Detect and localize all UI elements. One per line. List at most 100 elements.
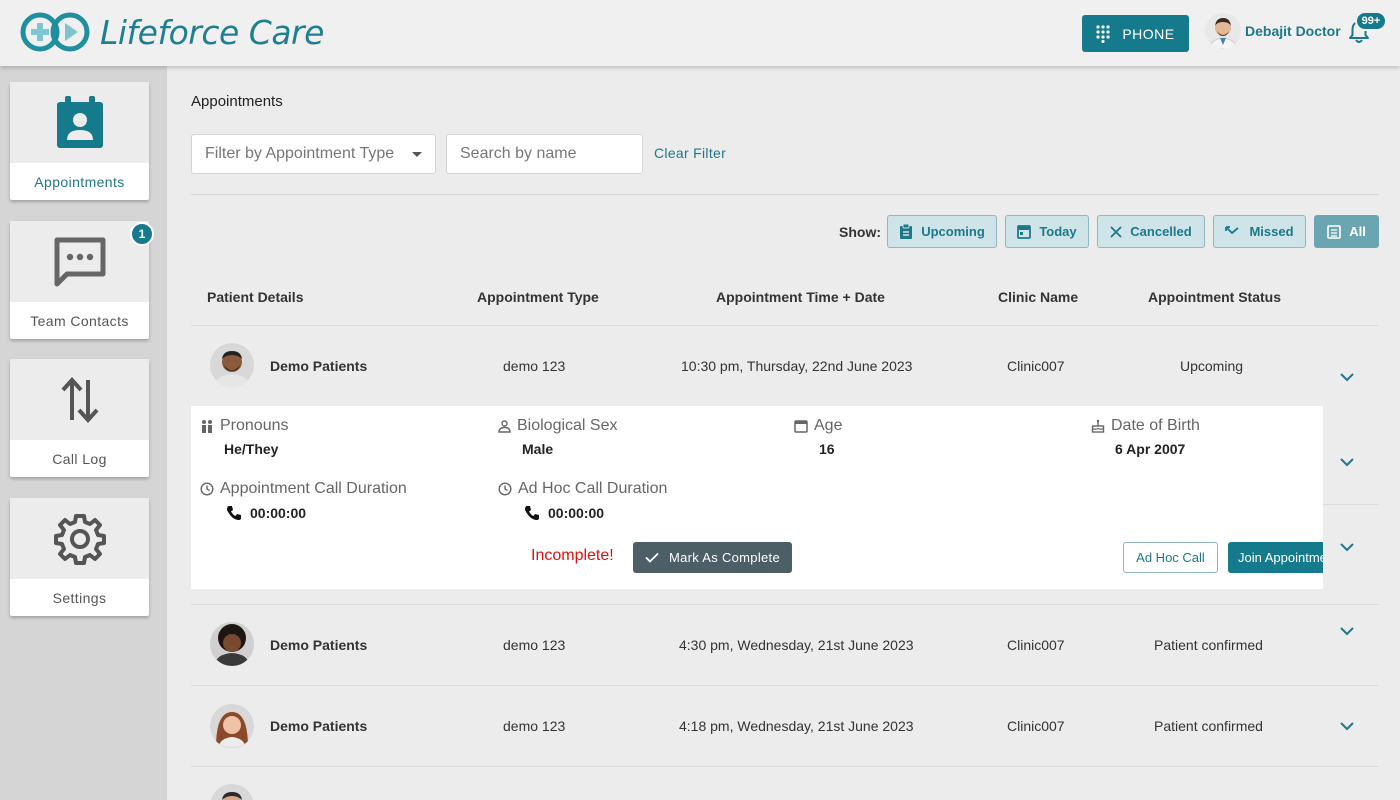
sidebar-item-appointments[interactable]: Appointments	[10, 82, 149, 200]
logo[interactable]: Lifeforce Care	[18, 10, 324, 54]
appointment-detail-panel: Pronouns He/They Biological Sex Male Age…	[191, 406, 1323, 589]
top-bar: Lifeforce Care PHONE Debajit Doctor 99+	[0, 0, 1400, 66]
appointment-call-duration-label: Appointment Call Duration	[200, 480, 407, 498]
show-label: Show:	[839, 224, 881, 240]
patient-avatar	[210, 343, 254, 387]
column-header-status: Appointment Status	[1148, 289, 1281, 305]
show-upcoming-button[interactable]: Upcoming	[887, 215, 997, 248]
show-all-button[interactable]: All	[1314, 215, 1379, 248]
age-value: 16	[819, 441, 835, 457]
appointment-time: 4:30 pm, Wednesday, 21st June 2023	[679, 637, 914, 653]
appointment-status: Patient confirmed	[1154, 718, 1263, 734]
cake-icon	[1091, 419, 1105, 433]
clock-icon	[498, 482, 512, 496]
clinic-name: Clinic007	[1007, 637, 1065, 653]
filter-placeholder: Filter by Appointment Type	[205, 145, 395, 162]
appointment-status: Patient confirmed	[1154, 637, 1263, 653]
phone-icon	[525, 506, 539, 520]
date-of-birth-value: 6 Apr 2007	[1115, 441, 1186, 457]
arrows-up-down-icon	[61, 376, 98, 423]
show-missed-label: Missed	[1249, 224, 1294, 239]
column-header-clinic: Clinic Name	[998, 289, 1079, 305]
team-contacts-badge: 1	[130, 222, 154, 246]
calendar-icon	[1017, 225, 1032, 239]
row-divider	[191, 766, 1379, 767]
show-cancelled-label: Cancelled	[1130, 224, 1192, 239]
age-label: Age	[794, 417, 842, 435]
appointment-time: 4:18 pm, Wednesday, 21st June 2023	[679, 718, 914, 734]
search-input[interactable]	[446, 134, 643, 174]
notification-badge: 99+	[1355, 11, 1387, 31]
sidebar-item-team-contacts[interactable]: Team Contacts 1	[10, 221, 154, 339]
user-name: Debajit Doctor	[1245, 23, 1341, 39]
list-icon	[1327, 224, 1341, 239]
missed-arrow-icon	[1225, 225, 1240, 234]
pronouns-value: He/They	[224, 441, 279, 457]
appointment-type-filter[interactable]: Filter by Appointment Type	[191, 134, 436, 174]
chevron-down-icon[interactable]	[1339, 721, 1355, 731]
clinic-name: Clinic007	[1007, 718, 1065, 734]
x-icon	[1110, 225, 1122, 238]
sidebar: Appointments Team Contacts 1 Call Log Se…	[0, 66, 167, 800]
patient-name: Demo Patients	[270, 358, 368, 374]
appointment-type: demo 123	[503, 718, 566, 734]
incomplete-status: Incomplete!	[531, 547, 614, 564]
sidebar-item-label: Settings	[52, 589, 107, 606]
check-icon	[645, 552, 659, 563]
row-divider	[191, 325, 1379, 326]
phone-button[interactable]: PHONE	[1082, 15, 1189, 52]
user-avatar	[1205, 13, 1241, 49]
appointment-type: demo 123	[503, 358, 566, 374]
sidebar-item-label: Call Log	[52, 450, 107, 467]
show-cancelled-button[interactable]: Cancelled	[1097, 215, 1205, 248]
patient-name: Demo Patients	[270, 637, 368, 653]
biological-sex-value: Male	[522, 441, 554, 457]
row-divider	[191, 685, 1379, 686]
show-missed-button[interactable]: Missed	[1213, 215, 1306, 248]
chevron-down-icon[interactable]	[1339, 626, 1355, 636]
show-today-label: Today	[1039, 224, 1077, 239]
pronouns-label: Pronouns	[200, 417, 289, 435]
clipboard-icon	[900, 223, 913, 239]
clear-filter-link[interactable]: Clear Filter	[654, 145, 726, 161]
chat-bubble-icon	[54, 237, 105, 286]
join-appointment-button[interactable]: Join Appointment	[1228, 542, 1323, 573]
clock-icon	[200, 482, 214, 496]
ad-hoc-call-duration-label: Ad Hoc Call Duration	[498, 480, 667, 498]
patient-avatar	[210, 704, 254, 748]
caret-down-icon	[412, 152, 422, 157]
dialpad-icon	[1096, 24, 1110, 43]
sidebar-item-settings[interactable]: Settings	[10, 498, 149, 616]
mark-as-complete-button[interactable]: Mark As Complete	[633, 542, 792, 573]
patient-name: Demo Patients	[270, 718, 368, 734]
patient-avatar	[210, 784, 254, 800]
appointment-time: 10:30 pm, Thursday, 22nd June 2023	[681, 358, 913, 374]
user-menu[interactable]: Debajit Doctor	[1205, 13, 1341, 49]
chevron-down-icon[interactable]	[1339, 542, 1355, 552]
logo-icon	[20, 12, 90, 52]
appointment-status: Upcoming	[1180, 358, 1244, 374]
show-today-button[interactable]: Today	[1005, 215, 1089, 248]
page-title: Appointments	[191, 93, 283, 110]
chevron-down-icon[interactable]	[1339, 457, 1355, 467]
phone-icon	[227, 506, 241, 520]
main-content: Appointments Filter by Appointment Type …	[167, 66, 1400, 800]
biological-sex-label: Biological Sex	[498, 417, 618, 435]
people-icon	[202, 420, 212, 433]
app-name: Lifeforce Care	[100, 12, 324, 52]
sidebar-item-call-log[interactable]: Call Log	[10, 359, 149, 477]
ad-hoc-call-button[interactable]: Ad Hoc Call	[1123, 542, 1218, 573]
column-header-patient: Patient Details	[207, 289, 304, 305]
sidebar-item-label: Appointments	[34, 173, 125, 190]
clinic-name: Clinic007	[1007, 358, 1065, 374]
calendar-person-icon	[56, 95, 103, 148]
show-all-label: All	[1349, 224, 1366, 239]
ad-hoc-call-duration-value: 00:00:00	[524, 505, 604, 521]
column-header-type: Appointment Type	[477, 289, 599, 305]
gear-icon	[53, 513, 106, 565]
appointment-type: demo 123	[503, 637, 566, 653]
column-header-time: Appointment Time + Date	[716, 289, 885, 305]
show-upcoming-label: Upcoming	[921, 224, 985, 239]
row-divider	[191, 604, 1379, 605]
chevron-down-icon[interactable]	[1339, 372, 1355, 382]
